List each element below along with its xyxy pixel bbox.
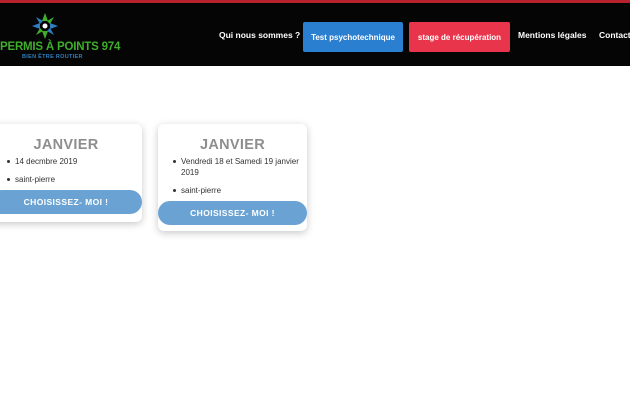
main-navigation: Qui nous sommes ? Test psychotechnique s… — [0, 3, 630, 66]
choose-me-button[interactable]: CHOISISSEZ- MOI ! — [158, 201, 307, 225]
session-card: JANVIER 14 decmbre 2019 saint-pierre CHO… — [0, 124, 142, 222]
nav-link-mentions-legales[interactable]: Mentions légales — [518, 30, 587, 40]
site-header: PERMIS À POINTS 974 BIEN ÊTRE ROUTIER Qu… — [0, 3, 630, 66]
card-location: saint-pierre — [6, 174, 138, 185]
card-details-list: 14 decmbre 2019 saint-pierre — [6, 156, 138, 185]
card-month-title: JANVIER — [200, 137, 265, 153]
card-location: saint-pierre — [172, 185, 304, 196]
choose-me-button[interactable]: CHOISISSEZ- MOI ! — [0, 190, 142, 214]
card-date-line-2: 2019 — [181, 168, 199, 177]
card-date-line-1: Vendredi 18 et Samedi 19 janvier — [181, 157, 299, 166]
card-date: Vendredi 18 et Samedi 19 janvier 2019 — [172, 156, 304, 178]
nav-link-qui-nous-sommes[interactable]: Qui nous sommes ? — [219, 30, 300, 40]
card-month-title: JANVIER — [33, 137, 99, 153]
nav-button-test-psychotechnique[interactable]: Test psychotechnique — [303, 22, 403, 52]
nav-link-contact[interactable]: Contact — [599, 30, 630, 40]
nav-button-stage-recuperation[interactable]: stage de récupération — [409, 22, 510, 52]
card-date: 14 decmbre 2019 — [6, 156, 138, 167]
session-card: JANVIER Vendredi 18 et Samedi 19 janvier… — [158, 124, 307, 231]
card-details-list: Vendredi 18 et Samedi 19 janvier 2019 sai… — [172, 156, 304, 196]
